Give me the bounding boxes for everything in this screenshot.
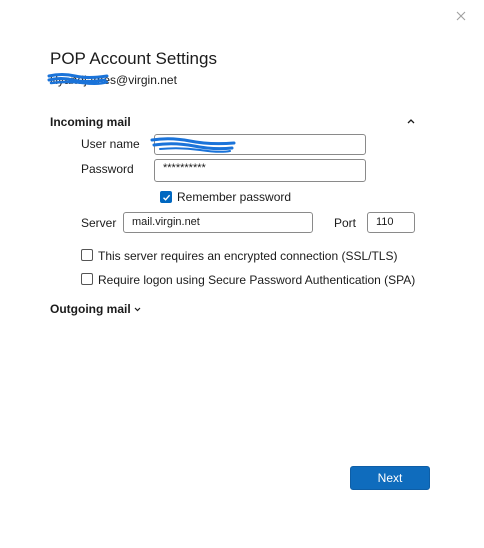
spa-label: Require logon using Secure Password Auth…	[98, 273, 416, 287]
remember-password-label: Remember password	[177, 190, 292, 204]
port-input[interactable]: 110	[367, 212, 415, 233]
incoming-collapse-button[interactable]	[404, 114, 418, 128]
dialog-title: POP Account Settings	[50, 49, 217, 68]
outgoing-mail-toggle[interactable]: Outgoing mail	[50, 302, 141, 316]
ssl-label: This server requires an encrypted connec…	[98, 249, 398, 263]
chevron-down-icon	[134, 307, 141, 311]
remember-password-checkbox[interactable]	[160, 191, 172, 203]
incoming-mail-label: Incoming mail	[50, 115, 131, 129]
port-label: Port	[334, 216, 357, 230]
server-label: Server	[81, 216, 117, 230]
chevron-up-icon	[407, 119, 415, 124]
close-button[interactable]	[452, 7, 470, 25]
ssl-checkbox[interactable]	[81, 249, 93, 261]
server-input[interactable]: mail.virgin.net	[123, 212, 313, 233]
spa-checkbox[interactable]	[81, 273, 93, 285]
close-icon	[456, 11, 466, 21]
next-button[interactable]: Next	[350, 466, 430, 490]
checkmark-icon	[163, 194, 171, 201]
incoming-mail-header: Incoming mail	[50, 115, 131, 129]
outgoing-mail-label: Outgoing mail	[50, 302, 131, 316]
password-input[interactable]: **********	[154, 159, 366, 182]
redaction-scribble-email	[47, 73, 109, 86]
password-label: Password	[81, 162, 134, 176]
username-label: User name	[81, 137, 140, 151]
redaction-scribble-username	[150, 137, 236, 153]
